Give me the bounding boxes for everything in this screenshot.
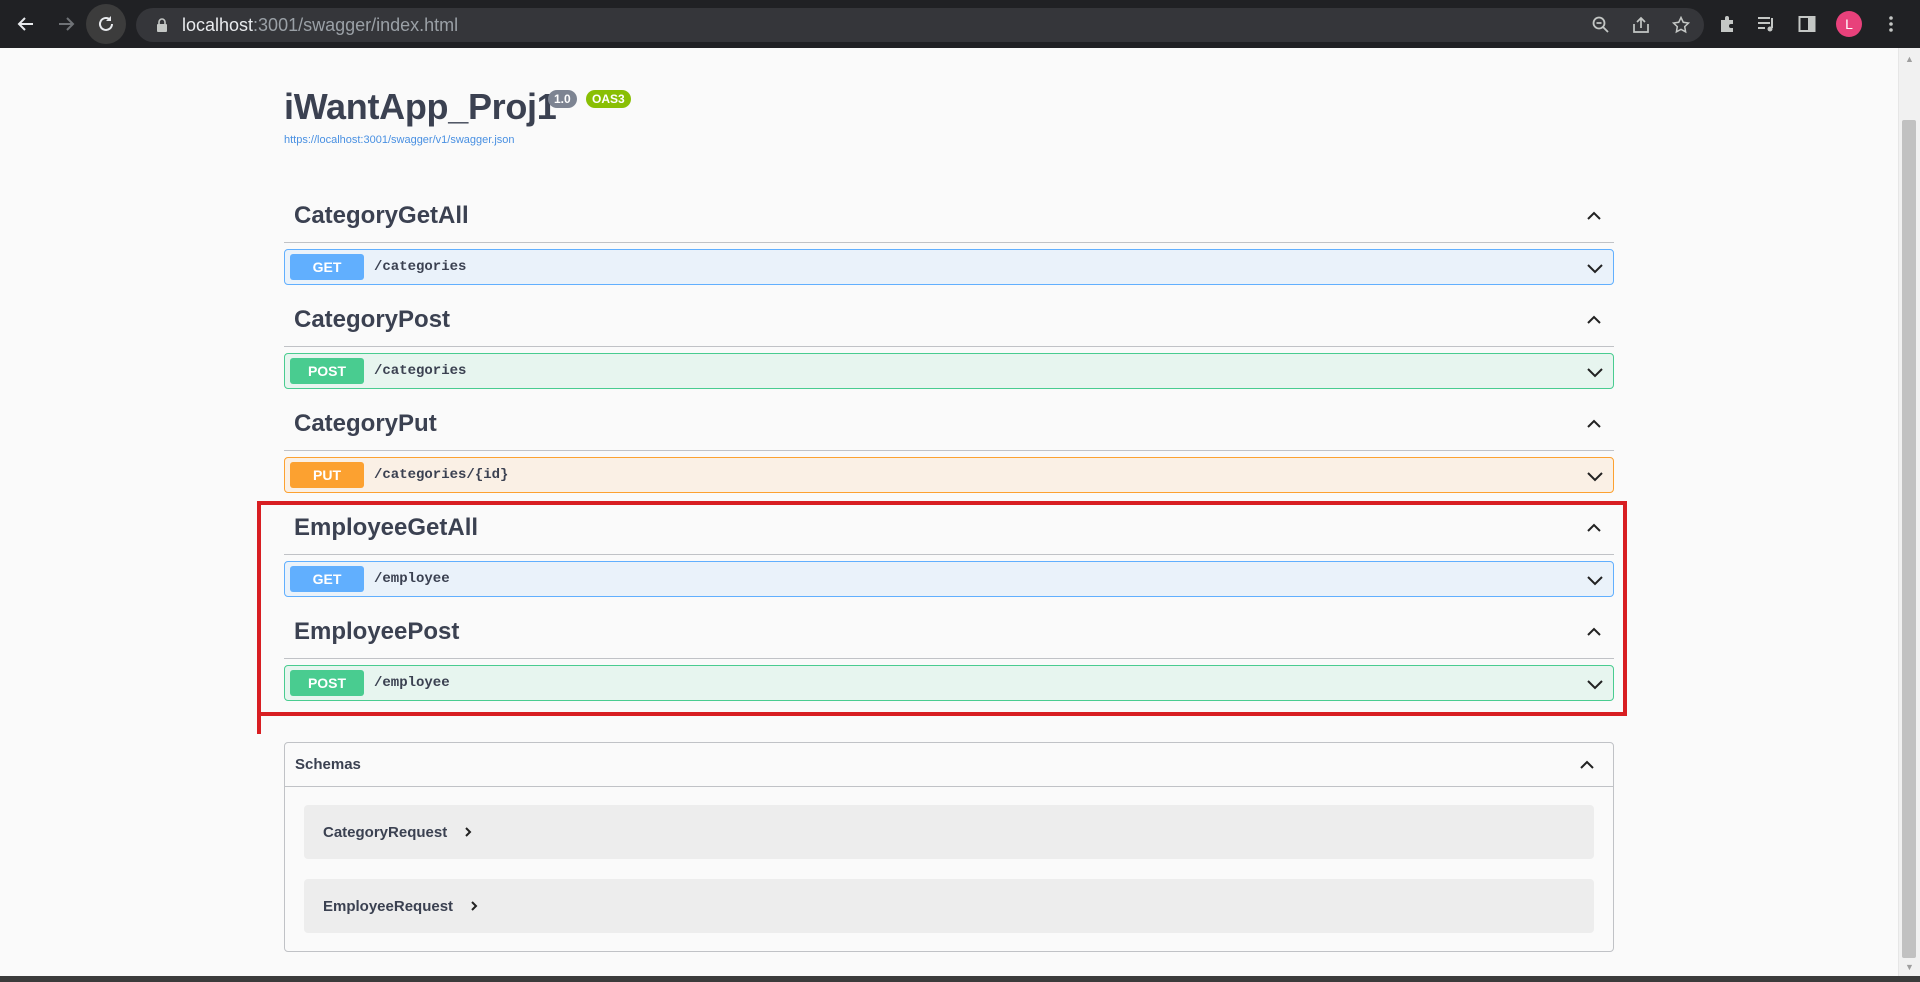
side-panel-icon[interactable] <box>1796 13 1818 35</box>
method-badge: POST <box>290 358 364 384</box>
version-badge: 1.0 <box>548 90 577 108</box>
reload-button[interactable] <box>86 4 126 44</box>
api-title: iWantApp_Proj1 <box>284 86 557 127</box>
schema-item-employeerequest[interactable]: EmployeeRequest <box>304 879 1594 933</box>
operation-path: /categories/{id} <box>374 467 509 483</box>
schema-name: EmployeeRequest <box>323 897 454 915</box>
schemas-title: Schemas <box>295 756 361 773</box>
chevron-down-icon[interactable] <box>1585 362 1605 382</box>
schemas-section: Schemas CategoryRequest EmployeeRequest <box>284 742 1614 952</box>
back-arrow-icon <box>17 17 33 31</box>
annotation-highlight-box <box>257 501 1627 716</box>
browser-menu-icon[interactable] <box>1880 13 1902 35</box>
chevron-right-icon <box>465 827 472 837</box>
media-queue-icon[interactable] <box>1756 13 1778 35</box>
lock-icon <box>152 15 172 35</box>
method-badge: PUT <box>290 462 364 488</box>
operation-put-categories-id[interactable]: PUT /categories/{id} <box>284 457 1614 493</box>
tag-name: CategoryPost <box>294 306 451 333</box>
window-bottom-edge <box>0 976 1920 982</box>
schemas-header[interactable]: Schemas <box>285 743 1613 787</box>
oas-badge: OAS3 <box>586 90 631 108</box>
operation-path: /categories <box>374 259 467 275</box>
operation-get-categories[interactable]: GET /categories <box>284 249 1614 285</box>
tag-section-categorypost: CategoryPost POST /categories <box>284 294 1614 389</box>
bookmark-star-icon[interactable] <box>1670 14 1692 36</box>
spec-json-link[interactable]: https://localhost:3001/swagger/v1/swagge… <box>284 134 515 146</box>
chevron-up-icon[interactable] <box>1567 750 1607 780</box>
api-info: iWantApp_Proj1 1.0 OAS3 https://localhos… <box>284 86 631 146</box>
chevron-up-icon[interactable] <box>1574 201 1614 231</box>
forward-button[interactable] <box>46 4 86 44</box>
method-badge: GET <box>290 254 364 280</box>
profile-avatar[interactable]: L <box>1836 11 1862 37</box>
share-icon[interactable] <box>1630 14 1652 36</box>
tag-name: CategoryPut <box>294 410 437 437</box>
chevron-up-icon[interactable] <box>1574 305 1614 335</box>
back-button[interactable] <box>6 4 46 44</box>
tag-header[interactable]: CategoryPost <box>284 294 1614 347</box>
chevron-right-icon <box>471 901 478 911</box>
extensions-puzzle-icon[interactable] <box>1716 13 1738 35</box>
tag-section-categorygetall: CategoryGetAll GET /categories <box>284 190 1614 285</box>
operation-post-categories[interactable]: POST /categories <box>284 353 1614 389</box>
chevron-down-icon[interactable] <box>1585 258 1605 278</box>
url-path: :3001/swagger/index.html <box>253 14 459 35</box>
tag-header[interactable]: CategoryGetAll <box>284 190 1614 243</box>
schema-name: CategoryRequest <box>323 823 448 841</box>
address-bar[interactable]: localhost:3001/swagger/index.html <box>136 8 1704 42</box>
scroll-down-arrow-icon[interactable]: ▼ <box>1905 962 1914 972</box>
schema-item-categoryrequest[interactable]: CategoryRequest <box>304 805 1594 859</box>
scroll-up-arrow-icon[interactable]: ▲ <box>1905 54 1914 64</box>
reload-icon <box>99 16 113 31</box>
tag-section-categoryput: CategoryPut PUT /categories/{id} <box>284 398 1614 493</box>
url-host: localhost <box>182 14 254 35</box>
chevron-down-icon[interactable] <box>1585 466 1605 486</box>
chevron-up-icon[interactable] <box>1574 409 1614 439</box>
tag-name: CategoryGetAll <box>294 202 469 229</box>
forward-arrow-icon <box>59 17 75 31</box>
tag-header[interactable]: CategoryPut <box>284 398 1614 451</box>
operation-path: /categories <box>374 363 467 379</box>
annotation-highlight-tail <box>257 710 261 734</box>
browser-toolbar: localhost:3001/swagger/index.html L <box>0 0 1920 48</box>
zoom-icon[interactable] <box>1590 14 1612 36</box>
scrollbar-thumb[interactable] <box>1902 120 1916 958</box>
